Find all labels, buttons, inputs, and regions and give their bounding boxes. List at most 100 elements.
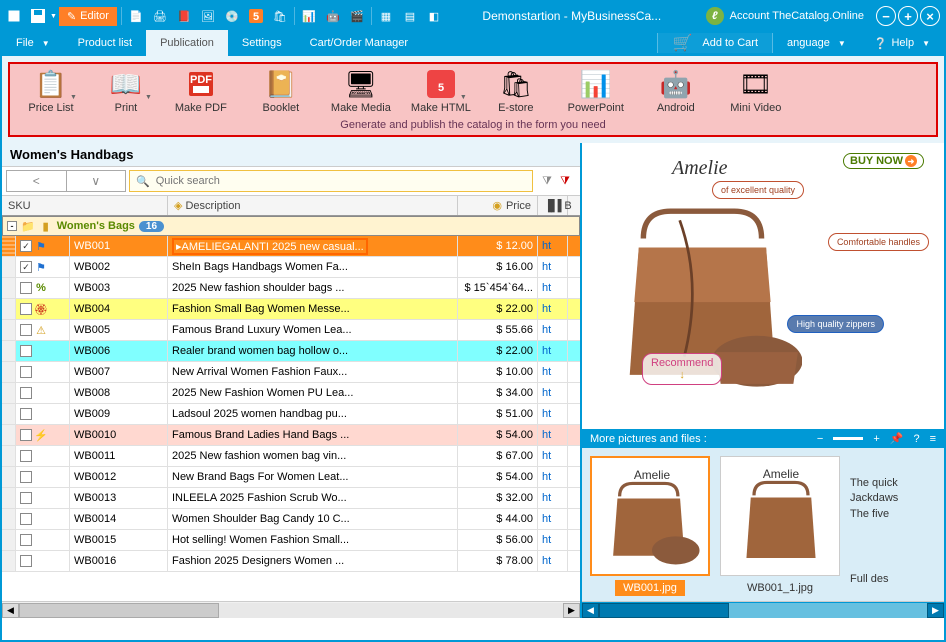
thumbs-scroll-left[interactable]: ◀ (582, 603, 599, 618)
table-row[interactable]: WB006Realer brand women bag hollow o...$… (2, 341, 580, 362)
row-checkbox[interactable] (20, 450, 32, 462)
thumbnail-2[interactable]: Amelie WB001_1.jpg (720, 456, 840, 610)
table-row[interactable]: ⚡WB0010Famous Brand Ladies Hand Bags ...… (2, 425, 580, 446)
table-row[interactable]: ✓⚑WB002SheIn Bags Handbags Women Fa...$ … (2, 257, 580, 278)
html-icon[interactable]: 5 (244, 4, 268, 28)
row-handle[interactable] (2, 362, 16, 382)
ribbon-booklet[interactable]: 📔Booklet (250, 68, 312, 114)
quick-search-box[interactable]: 🔍 (129, 170, 533, 192)
add-picture-icon[interactable]: + (873, 433, 879, 445)
table-row[interactable]: 🏵WB004Fashion Small Bag Women Messe...$ … (2, 299, 580, 320)
media-icon[interactable]: 💿 (220, 4, 244, 28)
video-icon[interactable]: 🎬 (345, 4, 369, 28)
table-row[interactable]: WB007New Arrival Women Fashion Faux...$ … (2, 362, 580, 383)
nav-prev-button[interactable]: < (7, 171, 67, 191)
row-checkbox[interactable] (20, 366, 32, 378)
close-button[interactable]: × (920, 6, 940, 26)
row-checkbox[interactable]: ✓ (20, 261, 32, 273)
row-checkbox[interactable] (20, 555, 32, 567)
ribbon-mini-video[interactable]: 🎞Mini Video (725, 68, 787, 114)
filter-funnel-icon[interactable]: ⧩ (540, 174, 554, 188)
scroll-left-button[interactable]: ◀ (2, 603, 19, 618)
table-row[interactable]: WB0016Fashion 2025 Designers Women ...$ … (2, 551, 580, 572)
new-icon[interactable]: 📄 (124, 4, 148, 28)
row-checkbox[interactable] (20, 471, 32, 483)
menu-publication[interactable]: Publication (146, 30, 228, 56)
row-handle[interactable] (2, 530, 16, 550)
row-checkbox[interactable] (20, 513, 32, 525)
col-barcode[interactable]: ▐▌▌B (538, 196, 568, 215)
row-handle[interactable] (2, 299, 16, 319)
menu-icon[interactable]: ≡ (930, 433, 936, 445)
table-row[interactable]: ⚠WB005Famous Brand Luxury Women Lea...$ … (2, 320, 580, 341)
table-row[interactable]: WB0015Hot selling! Women Fashion Small..… (2, 530, 580, 551)
col-description[interactable]: ◈Description (168, 196, 458, 215)
image-icon[interactable]: 🖼 (196, 4, 220, 28)
row-handle[interactable] (2, 383, 16, 403)
ribbon-powerpoint[interactable]: 📊PowerPoint (565, 68, 627, 114)
save-button[interactable] (26, 4, 50, 28)
menu-file[interactable]: File▼ (2, 30, 64, 56)
row-checkbox[interactable] (20, 303, 32, 315)
pdf-icon[interactable]: 📕 (172, 4, 196, 28)
thumbs-scroll-right[interactable]: ▶ (927, 603, 944, 618)
menu-settings[interactable]: Settings (228, 30, 296, 56)
minimize-button[interactable]: − (876, 6, 896, 26)
scroll-right-button[interactable]: ▶ (563, 603, 580, 618)
menu-cart-manager[interactable]: Cart/Order Manager (296, 30, 422, 56)
thumbs-hscrollbar[interactable]: ◀ ▶ (582, 601, 944, 618)
ppt-icon[interactable]: 📊 (297, 4, 321, 28)
ribbon-make-pdf[interactable]: PDFMake PDF (170, 68, 232, 114)
print-icon[interactable]: 🖨 (148, 4, 172, 28)
store-icon[interactable]: 🛍 (268, 4, 292, 28)
row-handle[interactable] (2, 236, 16, 256)
table-row[interactable]: ✓⚑WB001▸AMELIEGALANTI 2025 new casual...… (2, 236, 580, 257)
editor-mode-badge[interactable]: ✎ Editor (59, 7, 117, 26)
row-checkbox[interactable] (20, 408, 32, 420)
help-icon[interactable]: ? (913, 433, 919, 445)
row-handle[interactable] (2, 446, 16, 466)
row-handle[interactable] (2, 467, 16, 487)
zoom-out-icon[interactable]: − (817, 433, 823, 445)
zoom-slider[interactable] (833, 437, 863, 440)
row-handle[interactable] (2, 425, 16, 445)
android-icon[interactable]: 🤖 (321, 4, 345, 28)
table-row[interactable]: WB0082025 New Fashion Women PU Lea...$ 3… (2, 383, 580, 404)
row-checkbox[interactable] (20, 345, 32, 357)
pin-icon[interactable]: 📌 (890, 432, 904, 445)
add-to-cart-button[interactable]: 🛒 Add to Cart (657, 33, 773, 53)
scroll-thumb[interactable] (19, 603, 219, 618)
nav-next-button[interactable]: ∨ (67, 171, 126, 191)
maximize-button[interactable]: + (898, 6, 918, 26)
filter-clear-icon[interactable]: ⧩ (558, 174, 572, 188)
row-handle[interactable] (2, 320, 16, 340)
row-checkbox[interactable] (20, 282, 32, 294)
ribbon-e-store[interactable]: 🛍E-store (485, 68, 547, 114)
grid-hscrollbar[interactable]: ◀ ▶ (2, 601, 580, 618)
account-badge[interactable]: ℓ Account TheCatalog.Online (698, 7, 872, 25)
row-handle[interactable] (2, 488, 16, 508)
menu-product-list[interactable]: Product list (64, 30, 146, 56)
thumbs-scroll-thumb[interactable] (599, 603, 729, 618)
ribbon-dropdown[interactable]: ▼ (460, 82, 467, 101)
row-handle[interactable] (2, 551, 16, 571)
group-row[interactable]: - 📁 ▮ Women's Bags 16 (2, 216, 580, 236)
table-row[interactable]: WB00112025 New fashion women bag vin...$… (2, 446, 580, 467)
col-sku[interactable]: SKU (2, 196, 168, 215)
menu-help[interactable]: ❔Help▼ (860, 30, 944, 56)
col-price[interactable]: ◉Price (458, 196, 538, 215)
row-handle[interactable] (2, 341, 16, 361)
tool1-icon[interactable]: ▦ (374, 4, 398, 28)
buy-now-button[interactable]: BUY NOW➜ (843, 153, 924, 169)
table-row[interactable]: WB0013INLEELA 2025 Fashion Scrub Wo...$ … (2, 488, 580, 509)
thumbnail-1[interactable]: Amelie WB001.jpg (590, 456, 710, 610)
table-row[interactable]: WB009Ladsoul 2025 women handbag pu...$ 5… (2, 404, 580, 425)
ribbon-dropdown[interactable]: ▼ (145, 82, 152, 101)
app-menu-button[interactable] (2, 4, 26, 28)
ribbon-android[interactable]: 🤖Android (645, 68, 707, 114)
row-checkbox[interactable] (20, 492, 32, 504)
table-row[interactable]: WB0014Women Shoulder Bag Candy 10 C...$ … (2, 509, 580, 530)
row-handle[interactable] (2, 509, 16, 529)
row-handle[interactable] (2, 278, 16, 298)
row-checkbox[interactable] (20, 324, 32, 336)
